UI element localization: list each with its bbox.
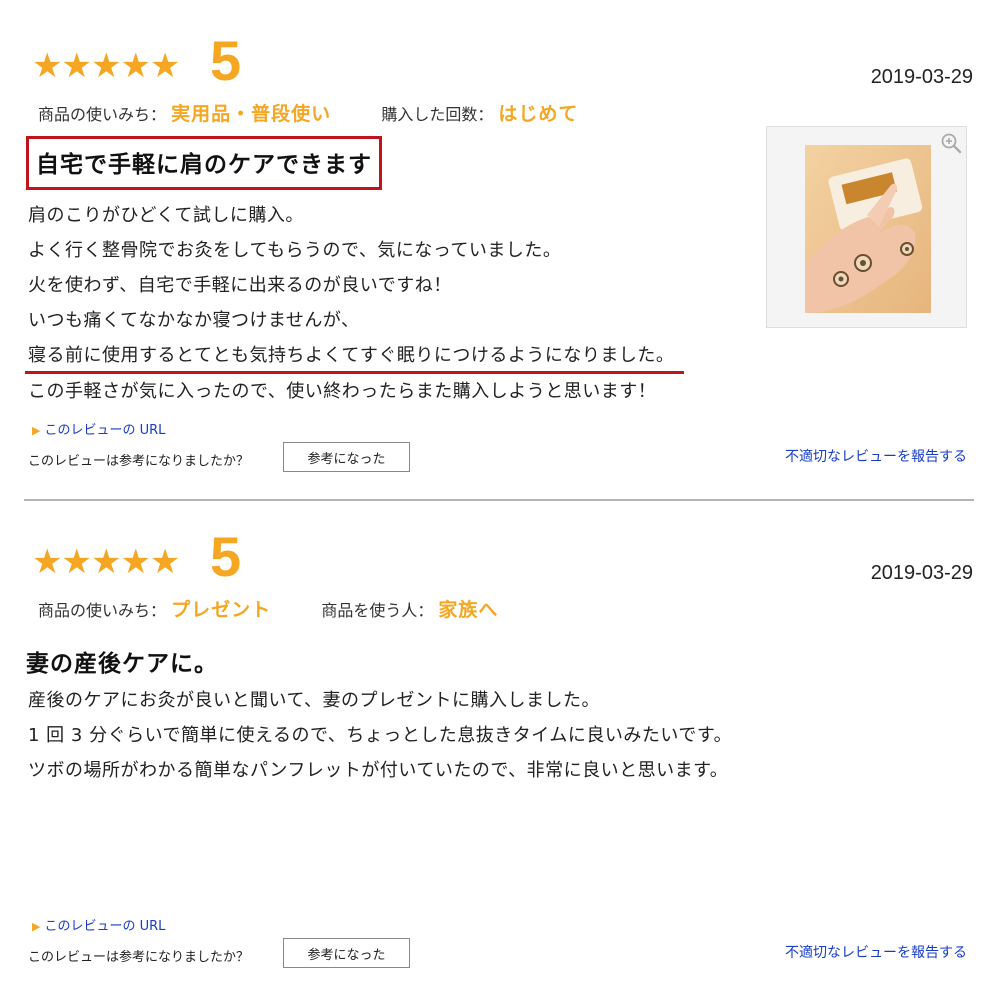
triangle-right-icon: ▶ [32, 424, 41, 437]
purchase-count-label: 購入した回数： [381, 105, 494, 124]
user-value: 家族へ [438, 599, 499, 621]
review-title: 自宅で手軽に肩のケアできます [26, 136, 382, 190]
report-review-link[interactable]: 不適切なレビューを報告する [785, 446, 967, 466]
body-line: 産後のケアにお灸が良いと聞いて、妻のプレゼントに購入しました。 [28, 690, 601, 711]
review-url-link[interactable]: ▶ このレビューの URL [32, 915, 165, 934]
rating-score: 5 [210, 29, 242, 92]
user-label: 商品を使う人： [321, 601, 434, 620]
helpful-button[interactable]: 参考になった [283, 938, 410, 968]
rating-score: 5 [210, 525, 242, 588]
body-line: この手軽さが気に入ったので、使い終わったらまた購入しようと思います！ [28, 381, 657, 402]
usage-value: プレゼント [171, 599, 272, 621]
star-rating: ★★★★★ [32, 46, 180, 86]
body-line: ツボの場所がわかる簡単なパンフレットが付いていたので、非常に良いと思います。 [28, 760, 729, 781]
usage-label: 商品の使いみち： [38, 105, 167, 124]
review-meta: 商品の使いみち： 実用品・普段使い 購入した回数： はじめて [38, 99, 578, 126]
highlighted-body-line: 寝る前に使用するとてとも気持ちよくてすぐ眠りにつけるようになりました。 [25, 340, 685, 374]
report-review-link[interactable]: 不適切なレビューを報告する [785, 942, 967, 962]
body-line: よく行く整骨院でお灸をしてもらうので、気になっていました。 [28, 240, 562, 261]
helpful-button[interactable]: 参考になった [283, 442, 410, 472]
review-date: 2019-03-29 [870, 66, 973, 88]
usage-label: 商品の使いみち： [38, 601, 167, 620]
review-body: 肩のこりがひどくて試しに購入。 よく行く整骨院でお灸をしてもらうので、気になって… [25, 198, 685, 409]
body-line: いつも痛くてなかなか寝つけませんが、 [28, 310, 360, 331]
zoom-in-icon[interactable] [940, 132, 962, 154]
body-line: 肩のこりがひどくて試しに購入。 [28, 205, 304, 226]
review-meta: 商品の使いみち： プレゼント 商品を使う人： 家族へ [38, 595, 498, 622]
review-divider [24, 499, 974, 501]
usage-value: 実用品・普段使い [171, 103, 332, 125]
review-url-link[interactable]: ▶ このレビューの URL [32, 419, 165, 438]
review-title: 妻の産後ケアに。 [26, 651, 218, 677]
body-line: 1 回 3 分ぐらいで簡単に使えるので、ちょっとした息抜きタイムに良いみたいです… [28, 725, 733, 746]
star-rating: ★★★★★ [32, 542, 180, 582]
review-photo-thumbnail[interactable] [766, 126, 967, 328]
review-body: 産後のケアにお灸が良いと聞いて、妻のプレゼントに購入しました。 1 回 3 分ぐ… [28, 683, 732, 788]
helpful-question: このレビューは参考になりましたか？ [28, 950, 250, 965]
helpful-question: このレビューは参考になりましたか？ [28, 454, 250, 469]
triangle-right-icon: ▶ [32, 920, 41, 933]
purchase-count-value: はじめて [498, 103, 579, 125]
body-line: 火を使わず、自宅で手軽に出来るのが良いですね！ [28, 275, 452, 296]
product-photo [805, 145, 931, 313]
review-date: 2019-03-29 [870, 562, 973, 584]
